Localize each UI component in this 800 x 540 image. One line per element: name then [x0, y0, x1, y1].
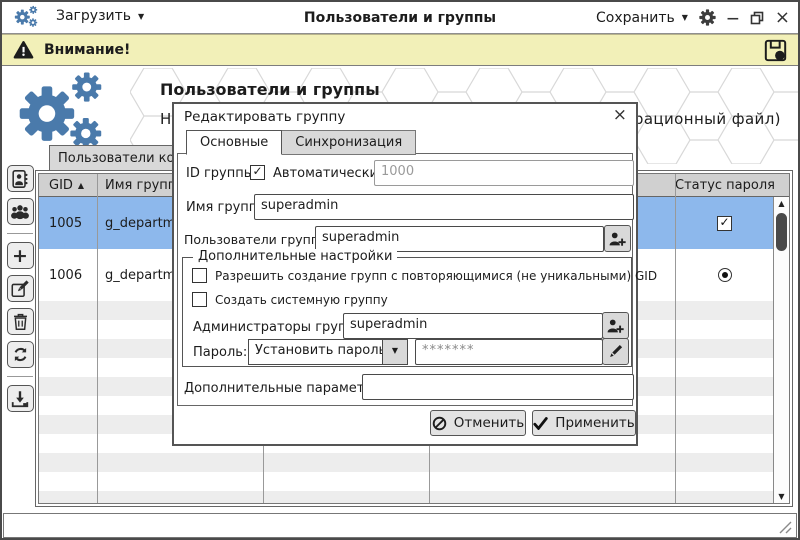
user-group-icon [10, 202, 30, 222]
pencil-icon [607, 343, 624, 360]
add-group-users-button[interactable] [604, 225, 631, 252]
app-gears-icon [14, 5, 40, 30]
column-header-gid[interactable]: GID ▲ [39, 178, 97, 193]
allow-duplicate-gid-checkbox[interactable] [192, 268, 207, 283]
save-menu-button[interactable]: Сохранить ▼ [596, 10, 688, 26]
person-add-icon [606, 317, 625, 335]
extra-params-field[interactable] [362, 374, 634, 400]
cell-gid: 1005 [39, 216, 97, 231]
password-mode-value: Установить пароль [255, 343, 386, 358]
edit-group-dialog: Редактировать группу × Основные Синхрони… [172, 102, 638, 446]
settings-gear-icon[interactable] [699, 9, 716, 26]
password-set-checkbox[interactable]: ✓ [717, 216, 732, 231]
refresh-icon [11, 345, 30, 364]
plus-icon: + [12, 247, 28, 265]
refresh-button[interactable] [7, 341, 34, 368]
warning-text: Внимание! [44, 42, 130, 58]
dialog-close-button[interactable]: × [613, 105, 627, 125]
load-menu-button[interactable]: Загрузить ▼ [56, 8, 144, 24]
save-users-floppy-icon[interactable] [763, 38, 788, 63]
sort-ascending-icon: ▲ [78, 181, 84, 190]
group-id-field[interactable]: 1000 [374, 160, 634, 186]
password-label: Пароль: [193, 345, 247, 360]
chevron-down-icon: ▼ [138, 12, 144, 21]
window-toolbar: Загрузить ▼ Пользователи и группы Сохран… [2, 2, 798, 34]
delete-group-button[interactable] [7, 308, 34, 335]
address-book-icon [10, 169, 30, 189]
apply-button-label: Применить [555, 415, 634, 431]
warning-triangle-icon [12, 39, 35, 61]
edit-password-button[interactable] [602, 338, 629, 365]
toolbar-separator [7, 376, 33, 377]
app-window: Загрузить ▼ Пользователи и группы Сохран… [0, 0, 800, 540]
apply-button[interactable]: Применить [532, 410, 636, 436]
close-window-button[interactable]: × [775, 11, 790, 25]
cancel-button[interactable]: Отменить [430, 410, 526, 436]
download-tray-icon [10, 389, 30, 409]
cancel-slash-circle-icon [432, 416, 447, 431]
status-bar [3, 513, 797, 538]
group-admins-field[interactable]: superadmin [343, 313, 603, 339]
allow-duplicate-gid-label: Разрешить создание групп с повторяющимис… [215, 269, 657, 283]
scrollbar-thumb[interactable] [776, 213, 787, 251]
dialog-title: Редактировать группу [184, 109, 345, 125]
add-group-button[interactable]: + [7, 242, 34, 269]
extra-params-label: Дополнительные параметры: [184, 381, 387, 396]
person-add-icon [608, 230, 627, 248]
minimize-button[interactable]: — [727, 10, 739, 26]
resize-grip[interactable] [779, 521, 792, 534]
maximize-restore-button[interactable] [750, 11, 764, 25]
cell-gid: 1006 [39, 268, 97, 283]
save-menu-label: Сохранить [596, 10, 675, 26]
checkmark-icon [533, 417, 548, 430]
create-system-group-checkbox[interactable] [192, 292, 207, 307]
trash-icon [11, 312, 30, 331]
password-mode-select[interactable]: Установить пароль ▼ [248, 339, 408, 365]
group-name-field[interactable]: superadmin [254, 194, 634, 220]
tab-general[interactable]: Основные [186, 130, 282, 155]
auto-id-checkbox-label: Автоматически [273, 166, 378, 181]
user-accounts-button[interactable] [7, 165, 34, 192]
user-groups-button[interactable] [7, 198, 34, 225]
warning-banner: Внимание! [2, 34, 798, 66]
edit-group-button[interactable] [7, 275, 34, 302]
add-group-admins-button[interactable] [602, 312, 629, 339]
create-system-group-label: Создать системную группу [215, 293, 388, 307]
groups-toolbar: + [6, 165, 34, 412]
page-title: Пользователи и группы [160, 80, 380, 99]
chevron-down-icon: ▼ [382, 340, 407, 364]
cancel-button-label: Отменить [454, 415, 524, 431]
dialog-tab-bar: Основные Синхронизация [186, 130, 416, 155]
password-field[interactable]: ******* [415, 339, 603, 365]
group-id-label: ID группы: [186, 166, 258, 181]
extra-settings-group: Дополнительные настройки Разрешить созда… [182, 257, 632, 367]
scroll-up-icon[interactable]: ▲ [774, 199, 789, 208]
column-header-password-status[interactable]: Статус пароля [675, 178, 789, 193]
extra-settings-legend: Дополнительные настройки [193, 249, 397, 264]
import-button[interactable] [7, 385, 34, 412]
scroll-down-icon[interactable]: ▼ [774, 492, 789, 501]
toolbar-separator [7, 233, 33, 234]
table-vertical-scrollbar[interactable]: ▲ ▼ [773, 197, 789, 503]
load-menu-label: Загрузить [56, 8, 131, 24]
password-status-radio[interactable] [718, 268, 732, 282]
tab-synchronization[interactable]: Синхронизация [281, 130, 416, 155]
auto-id-checkbox[interactable]: ✓ [250, 165, 265, 180]
edit-pencil-icon [10, 279, 30, 299]
chevron-down-icon: ▼ [682, 13, 688, 22]
group-users-label: Пользователи группы: [184, 232, 333, 247]
